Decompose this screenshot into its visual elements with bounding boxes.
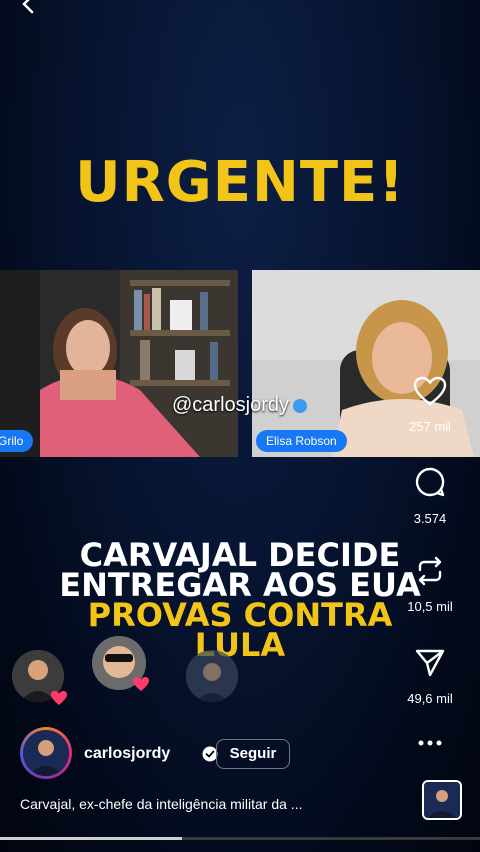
watermark-handle-text: @carlosjordy bbox=[172, 394, 290, 416]
headline-text: URGENTE! bbox=[75, 150, 405, 215]
heart-icon[interactable] bbox=[413, 376, 447, 406]
post-description[interactable]: Carvajal, ex-chefe da inteligência milit… bbox=[20, 796, 400, 812]
heart-badge-icon bbox=[51, 691, 67, 705]
audio-thumbnail[interactable] bbox=[422, 780, 462, 820]
more-options-button[interactable] bbox=[400, 734, 460, 752]
username[interactable]: carlosjordy bbox=[84, 745, 170, 763]
share-action[interactable]: 49,6 mil bbox=[400, 648, 460, 706]
video-progress-bar[interactable] bbox=[0, 837, 480, 840]
verified-mini-icon bbox=[293, 398, 308, 413]
like-count: 257 mil bbox=[409, 419, 451, 434]
bookshelf-scene bbox=[0, 270, 238, 457]
more-dots-icon[interactable] bbox=[418, 739, 442, 747]
comment-count: 3.574 bbox=[413, 511, 447, 526]
heart-badge-icon bbox=[133, 677, 149, 691]
repost-action[interactable]: 10,5 mil bbox=[400, 556, 460, 614]
reaction-avatar-3 bbox=[186, 650, 238, 702]
video-panel-left bbox=[0, 270, 238, 457]
like-action[interactable]: 257 mil bbox=[400, 376, 460, 434]
repost-icon[interactable] bbox=[414, 556, 446, 586]
watermark-handle: @carlosjordy bbox=[172, 394, 308, 417]
follow-button[interactable]: Seguir bbox=[216, 739, 290, 769]
participant-name-tag-left: Grilo bbox=[0, 430, 34, 452]
participant-name-tag-right: Elisa Robson bbox=[256, 430, 347, 452]
comment-action[interactable]: 3.574 bbox=[400, 466, 460, 526]
avatar[interactable] bbox=[20, 727, 72, 779]
comment-icon[interactable] bbox=[414, 466, 446, 498]
repost-count: 10,5 mil bbox=[407, 599, 453, 614]
video-progress-fill bbox=[0, 837, 183, 840]
share-count: 49,6 mil bbox=[407, 691, 453, 706]
send-icon[interactable] bbox=[414, 648, 446, 678]
back-arrow-icon[interactable] bbox=[18, 0, 38, 14]
